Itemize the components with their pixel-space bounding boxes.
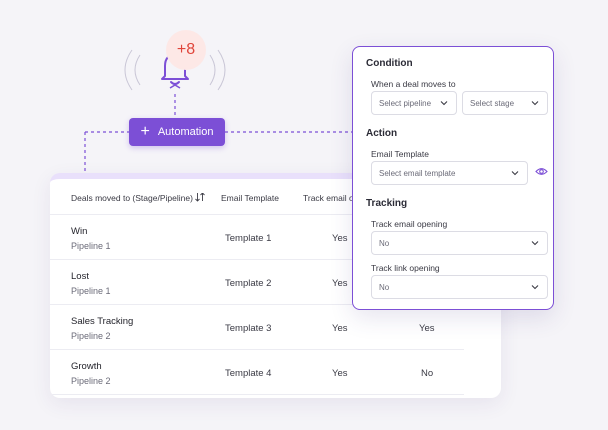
track-link-value: No bbox=[421, 368, 434, 379]
track-email-value: Yes bbox=[332, 368, 348, 379]
table-row[interactable]: Growth Pipeline 2 Template 4 Yes No bbox=[50, 350, 464, 395]
track-link-select-value: No bbox=[379, 282, 390, 292]
automation-button[interactable]: + Automation bbox=[129, 118, 225, 146]
pipeline-name: Pipeline 2 bbox=[71, 331, 111, 341]
stage-select[interactable]: Select stage bbox=[462, 91, 548, 115]
table-row[interactable]: Sales Tracking Pipeline 2 Template 3 Yes… bbox=[50, 305, 464, 350]
column-header-track-email[interactable]: Track email op bbox=[303, 193, 358, 203]
deal-name: Lost bbox=[71, 271, 89, 282]
track-link-select[interactable]: No bbox=[371, 275, 548, 299]
notification-badge: +8 bbox=[166, 30, 206, 70]
track-link-label: Track link opening bbox=[371, 263, 440, 273]
chevron-down-icon bbox=[440, 101, 448, 106]
deal-name: Growth bbox=[71, 361, 102, 372]
track-email-value: Yes bbox=[332, 233, 348, 244]
eye-icon[interactable] bbox=[535, 165, 548, 178]
automation-config-panel: Condition When a deal moves to Select pi… bbox=[352, 46, 554, 310]
track-email-value: Yes bbox=[332, 278, 348, 289]
chevron-down-icon bbox=[531, 101, 539, 106]
stage-select-placeholder: Select stage bbox=[470, 98, 515, 108]
chevron-down-icon bbox=[511, 171, 519, 176]
deal-name: Sales Tracking bbox=[71, 316, 134, 327]
automation-illustration: +8 + Automation Deals moved to (Stage/Pi… bbox=[0, 0, 608, 430]
column-header-template[interactable]: Email Template bbox=[221, 193, 279, 203]
track-email-select-value: No bbox=[379, 238, 390, 248]
action-heading: Action bbox=[366, 128, 398, 139]
pipeline-name: Pipeline 1 bbox=[71, 241, 111, 251]
template-name: Template 3 bbox=[225, 323, 272, 334]
condition-heading: Condition bbox=[366, 58, 413, 69]
column-header-deals[interactable]: Deals moved to (Stage/Pipeline) bbox=[71, 193, 193, 203]
track-email-value: Yes bbox=[332, 323, 348, 334]
pipeline-name: Pipeline 2 bbox=[71, 376, 111, 386]
track-email-select[interactable]: No bbox=[371, 231, 548, 255]
track-email-label: Track email opening bbox=[371, 219, 448, 229]
email-template-placeholder: Select email template bbox=[379, 168, 456, 178]
pipeline-name: Pipeline 1 bbox=[71, 286, 111, 296]
plus-icon: + bbox=[140, 123, 150, 140]
tracking-heading: Tracking bbox=[366, 198, 408, 209]
condition-label: When a deal moves to bbox=[371, 79, 456, 89]
action-label: Email Template bbox=[371, 149, 429, 159]
sort-icon[interactable] bbox=[195, 192, 205, 204]
template-name: Template 2 bbox=[225, 278, 272, 289]
deal-name: Win bbox=[71, 226, 88, 237]
email-template-select[interactable]: Select email template bbox=[371, 161, 528, 185]
template-name: Template 4 bbox=[225, 368, 272, 379]
chevron-down-icon bbox=[531, 241, 539, 246]
pipeline-select[interactable]: Select pipeline bbox=[371, 91, 457, 115]
track-link-value: Yes bbox=[419, 323, 435, 334]
chevron-down-icon bbox=[531, 285, 539, 290]
template-name: Template 1 bbox=[225, 233, 272, 244]
automation-button-label: Automation bbox=[157, 126, 214, 138]
pipeline-select-placeholder: Select pipeline bbox=[379, 98, 432, 108]
